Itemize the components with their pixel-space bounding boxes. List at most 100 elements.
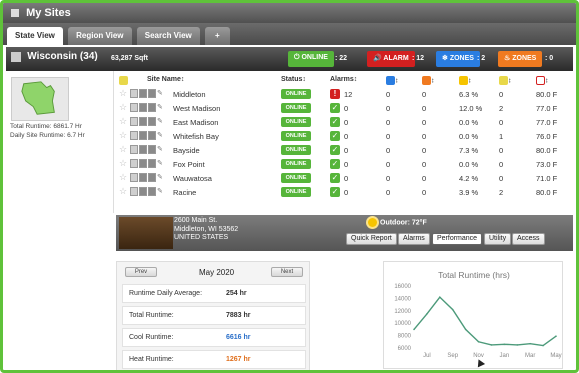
add-tab-button[interactable]: + bbox=[205, 27, 230, 45]
edit-icon[interactable]: ✎ bbox=[157, 159, 163, 167]
collapse-icon[interactable] bbox=[11, 51, 21, 62]
data-point bbox=[529, 342, 531, 345]
favorite-star-icon[interactable]: ☆ bbox=[119, 158, 127, 169]
tab-region-view[interactable]: Region View bbox=[68, 27, 132, 45]
device-icon[interactable] bbox=[139, 187, 147, 196]
edit-icon[interactable]: ✎ bbox=[157, 103, 163, 111]
favorite-star-icon[interactable]: ☆ bbox=[119, 130, 127, 141]
site-name-link[interactable]: West Madison bbox=[173, 104, 220, 113]
expand-icon[interactable] bbox=[130, 117, 138, 126]
site-name-link[interactable]: Middleton bbox=[173, 90, 206, 99]
edit-icon[interactable]: ✎ bbox=[157, 173, 163, 181]
device-icon[interactable] bbox=[148, 187, 156, 196]
favorite-star-icon[interactable]: ☆ bbox=[119, 116, 127, 127]
check-icon: ✓ bbox=[330, 145, 340, 155]
page-title: My Sites bbox=[26, 7, 71, 19]
edit-icon[interactable]: ✎ bbox=[157, 145, 163, 153]
device-icon[interactable] bbox=[148, 131, 156, 140]
expand-icon[interactable] bbox=[130, 145, 138, 154]
edit-icon[interactable]: ✎ bbox=[157, 89, 163, 97]
device-icon[interactable] bbox=[148, 117, 156, 126]
expand-icon[interactable] bbox=[130, 159, 138, 168]
device-icon[interactable] bbox=[148, 103, 156, 112]
favorites-header-icon[interactable] bbox=[119, 76, 128, 85]
edit-icon[interactable]: ✎ bbox=[157, 117, 163, 125]
y-tick-label: 12000 bbox=[394, 309, 411, 315]
site-name-link[interactable]: Whitefish Bay bbox=[173, 132, 219, 141]
table-row[interactable]: ☆ ✎ Bayside ONLINE ✓ 0 0 0 7.3 % 0 80.0 F bbox=[116, 143, 573, 157]
alarm-count-cell: 0 bbox=[344, 104, 349, 113]
temp-header[interactable]: ↕ bbox=[536, 76, 549, 85]
utility-button[interactable]: Utility bbox=[484, 233, 512, 245]
runtime-header[interactable]: ↕ bbox=[459, 76, 472, 85]
device-icon[interactable] bbox=[148, 89, 156, 98]
expand-icon[interactable] bbox=[130, 89, 138, 98]
site-name-link[interactable]: Wauwatosa bbox=[173, 174, 212, 183]
cool-header[interactable]: ↕ bbox=[386, 76, 399, 85]
favorite-star-icon[interactable]: ☆ bbox=[119, 172, 127, 183]
zones-filter-button[interactable]: ❄ ZONES bbox=[436, 51, 480, 67]
table-row[interactable]: ☆ ✎ Fox Point ONLINE ✓ 0 0 0 0.0 % 0 73.0 F bbox=[116, 157, 573, 171]
alarms-header[interactable]: Alarms↕ bbox=[330, 76, 357, 83]
expand-icon[interactable] bbox=[130, 131, 138, 140]
tab-search-view[interactable]: Search View bbox=[136, 27, 200, 45]
status-badge: ONLINE bbox=[281, 159, 311, 169]
site-name-link[interactable]: Racine bbox=[173, 188, 196, 197]
device-icon[interactable] bbox=[139, 173, 147, 182]
device-icon[interactable] bbox=[139, 131, 147, 140]
table-row[interactable]: ☆ ✎ Racine ONLINE ✓ 0 0 0 3.9 % 2 80.0 F bbox=[116, 185, 573, 199]
site-name-link[interactable]: Bayside bbox=[173, 146, 200, 155]
light-cell: 0 bbox=[499, 90, 504, 99]
stat-value: 254 hr bbox=[226, 290, 247, 297]
heat-header[interactable]: ↕ bbox=[422, 76, 435, 85]
light-header[interactable]: ↕ bbox=[499, 76, 512, 85]
table-row[interactable]: ☆ ✎ West Madison ONLINE ✓ 0 0 0 12.0 % 2 77.0 F bbox=[116, 101, 573, 115]
site-name-link[interactable]: East Madison bbox=[173, 118, 218, 127]
month-navigator: Prev May 2020 Next bbox=[117, 262, 311, 282]
prev-month-button[interactable]: Prev bbox=[125, 267, 157, 277]
online-filter-button[interactable]: ⏻ ONLINE bbox=[288, 51, 334, 67]
device-icon[interactable] bbox=[148, 159, 156, 168]
row-actions: ✎ bbox=[130, 187, 163, 196]
status-header[interactable]: Status↕ bbox=[281, 76, 306, 83]
favorite-star-icon[interactable]: ☆ bbox=[119, 88, 127, 99]
zones-heat-filter-button[interactable]: ♨ ZONES bbox=[498, 51, 543, 67]
data-point bbox=[439, 296, 441, 298]
table-row[interactable]: ☆ ✎ East Madison ONLINE ✓ 0 0 0 0.0 % 0 77.0 F bbox=[116, 115, 573, 129]
quick-report-button[interactable]: Quick Report bbox=[346, 233, 397, 245]
favorite-star-icon[interactable]: ☆ bbox=[119, 102, 127, 113]
expand-icon[interactable] bbox=[130, 103, 138, 112]
edit-icon[interactable]: ✎ bbox=[157, 187, 163, 195]
heat-cell: 0 bbox=[422, 188, 427, 197]
device-icon[interactable] bbox=[139, 117, 147, 126]
favorite-star-icon[interactable]: ☆ bbox=[119, 144, 127, 155]
site-name-header[interactable]: Site Name↕ bbox=[147, 76, 184, 83]
device-icon[interactable] bbox=[139, 103, 147, 112]
heat-cell: 0 bbox=[422, 174, 427, 183]
tab-state-view[interactable]: State View bbox=[7, 27, 63, 45]
device-icon[interactable] bbox=[148, 145, 156, 154]
device-icon[interactable] bbox=[139, 159, 147, 168]
favorite-star-icon[interactable]: ☆ bbox=[119, 186, 127, 197]
alarm-count-cell: 0 bbox=[344, 174, 349, 183]
alarms-button[interactable]: Alarms bbox=[398, 233, 430, 245]
data-point bbox=[503, 343, 506, 346]
state-map[interactable] bbox=[11, 77, 69, 121]
table-row[interactable]: ☆ ✎ Whitefish Bay ONLINE ✓ 0 0 0 0.0 % 1 76.0 F bbox=[116, 129, 573, 143]
access-button[interactable]: Access bbox=[512, 233, 545, 245]
performance-button[interactable]: Performance bbox=[432, 233, 483, 245]
expand-icon[interactable] bbox=[130, 173, 138, 182]
x-tick-label: Jul bbox=[423, 353, 431, 359]
device-icon[interactable] bbox=[139, 145, 147, 154]
edit-icon[interactable]: ✎ bbox=[157, 131, 163, 139]
sites-icon bbox=[11, 9, 19, 18]
expand-icon[interactable] bbox=[130, 187, 138, 196]
site-name-link[interactable]: Fox Point bbox=[173, 160, 205, 169]
alarm-filter-button[interactable]: 🔊 ALARM bbox=[367, 51, 415, 67]
alarm-count: : 12 bbox=[412, 55, 425, 62]
next-month-button[interactable]: Next bbox=[271, 267, 303, 277]
table-row[interactable]: ☆ ✎ Wauwatosa ONLINE ✓ 0 0 0 4.2 % 0 71.0 F bbox=[116, 171, 573, 185]
device-icon[interactable] bbox=[139, 89, 147, 98]
table-row[interactable]: ☆ ✎ Middleton ONLINE! 12 0 0 6.3 % 0 80.0 F bbox=[116, 87, 573, 101]
device-icon[interactable] bbox=[148, 173, 156, 182]
